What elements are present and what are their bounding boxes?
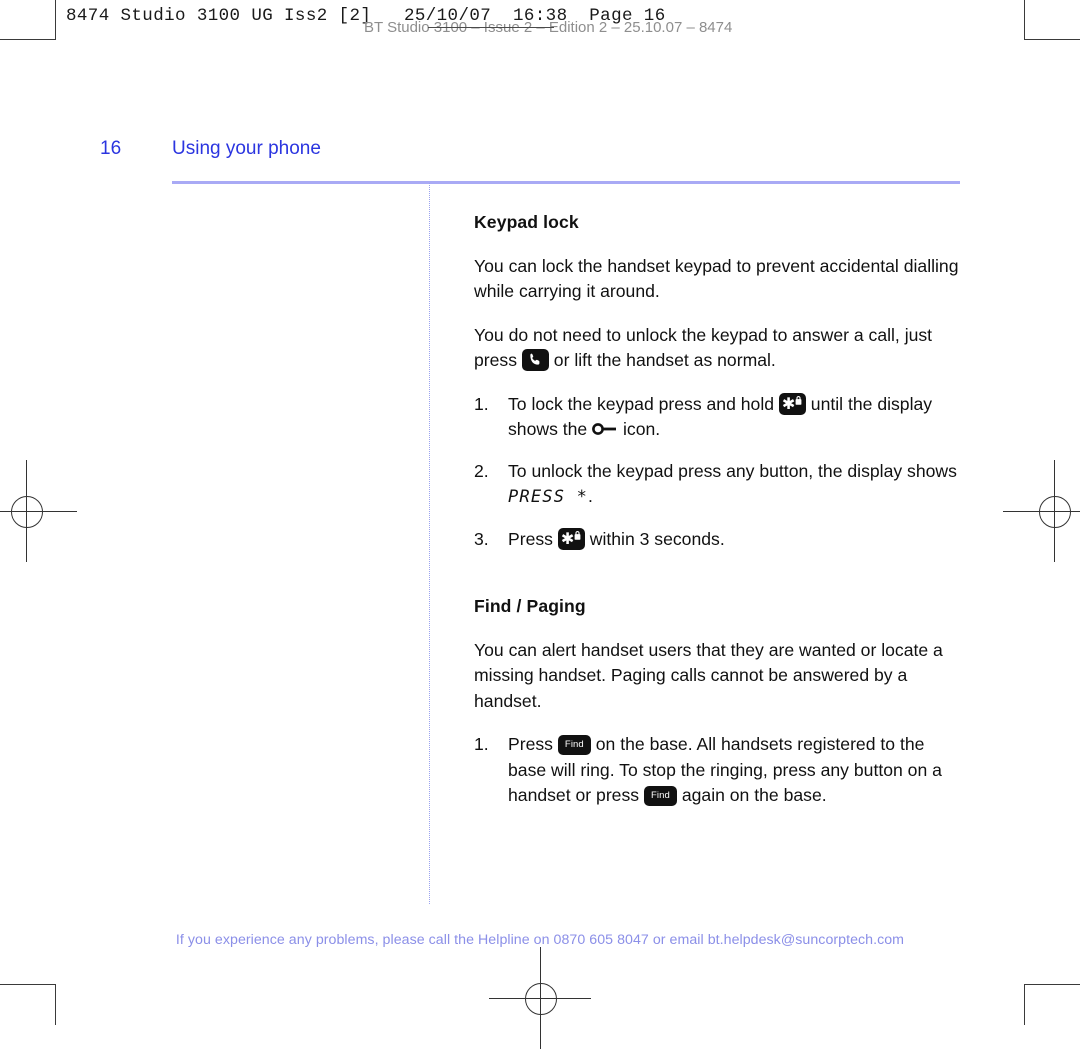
step-text-pre: Press [508, 528, 558, 549]
padlock-icon [574, 530, 581, 540]
asterisk-glyph: ✱ [560, 528, 575, 548]
paragraph-keypad-lock-intro: You can lock the handset keypad to preve… [474, 255, 959, 302]
step-text-post: . [588, 486, 593, 506]
list-item: 2. To unlock the keypad press any button,… [474, 459, 964, 511]
crop-mark-bottom-left [0, 984, 56, 1025]
list-item: 1. To lock the keypad press and hold ✱ un… [474, 392, 964, 443]
heading-keypad-lock: Keypad lock [474, 212, 579, 232]
page-number: 16 [100, 138, 122, 159]
steps-keypad-lock: 1. To lock the keypad press and hold ✱ un… [474, 392, 964, 553]
paragraph-keypad-lock-answer: You do not need to unlock the keypad to … [474, 323, 964, 374]
star-lock-key-icon: ✱ [778, 392, 806, 415]
paragraph-find-paging-intro: You can alert handset users that they ar… [474, 639, 943, 711]
crop-mark-bottom-right [1024, 984, 1080, 1025]
padlock-icon [796, 395, 802, 405]
step-number: 3. [474, 528, 489, 549]
step-text-pre: Press [508, 734, 558, 754]
header-rule [172, 181, 960, 184]
page-title: Using your phone [172, 138, 321, 159]
step-number: 1. [474, 393, 489, 414]
footer-helpline-note: If you experience any problems, please c… [175, 932, 905, 948]
phone-handset-key-icon [521, 349, 549, 371]
find-key-label: Find [564, 739, 584, 751]
list-item: 1. Press Find on the base. All handsets r… [474, 732, 964, 809]
step-text-post: icon. [618, 419, 661, 439]
step-text-post: again on the base. [676, 785, 827, 805]
step-number: 2. [474, 460, 489, 481]
heading-find-paging: Find / Paging [474, 596, 586, 616]
star-lock-key-icon: ✱ [557, 527, 585, 550]
registration-mark-bottom-icon [489, 947, 591, 1049]
asterisk-glyph: ✱ [781, 393, 796, 413]
display-text-press-star: PRESS * [508, 487, 589, 507]
find-key-label: Find [651, 790, 670, 802]
step-text-post: within 3 seconds. [584, 528, 725, 549]
crop-mark-top-left [0, 0, 56, 40]
step-text-pre: To lock the keypad press and hold [508, 393, 779, 414]
find-key-icon: Find [643, 786, 677, 806]
paragraph-text-tail: or lift the handset as normal. [548, 350, 776, 370]
column-guide [429, 183, 430, 904]
find-key-icon: Find [557, 735, 591, 755]
list-item: 3. Press ✱ within 3 seconds. [474, 527, 964, 553]
registration-mark-left-icon [0, 460, 77, 562]
page-content: Keypad lock You can lock the handset key… [474, 210, 964, 825]
steps-find-paging: 1. Press Find on the base. All handsets r… [474, 732, 964, 809]
key-lock-indicator-icon [592, 417, 618, 435]
crop-mark-top-right [1024, 0, 1080, 40]
slug-rule [428, 27, 554, 28]
step-number: 1. [474, 734, 489, 754]
registration-mark-right-icon [1003, 460, 1080, 562]
step-text-pre: To unlock the keypad press any button, t… [508, 460, 957, 481]
